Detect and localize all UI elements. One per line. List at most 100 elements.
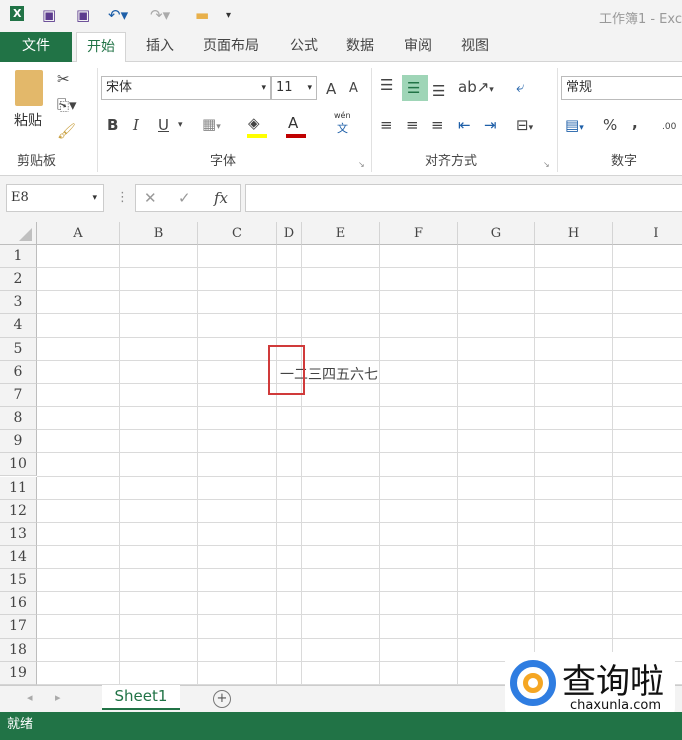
column-header-C[interactable]: C xyxy=(198,222,277,245)
gridline xyxy=(37,267,682,269)
underline-dropdown-icon[interactable]: ▾ xyxy=(178,116,183,134)
phonetic-guide-icon[interactable]: 文 xyxy=(337,120,348,136)
undo-icon[interactable]: ↶▾ xyxy=(108,6,128,24)
orientation-icon[interactable]: ab↗▾ xyxy=(458,78,494,99)
cancel-icon[interactable]: ✕ xyxy=(144,189,157,207)
format-painter-icon[interactable]: 🖌 xyxy=(57,122,76,140)
font-size-value: 11 xyxy=(276,80,293,95)
row-header-14[interactable]: 14 xyxy=(0,545,37,570)
comma-button[interactable]: , xyxy=(632,114,638,132)
column-header-H[interactable]: H xyxy=(535,222,613,245)
font-dialog-launcher-icon[interactable]: ↘ xyxy=(358,160,365,169)
column-header-D[interactable]: D xyxy=(277,222,302,245)
excel-logo-icon: X xyxy=(10,6,25,21)
row-header-9[interactable]: 9 xyxy=(0,430,37,454)
column-header-F[interactable]: F xyxy=(380,222,458,245)
shrink-font-button[interactable]: A xyxy=(349,80,358,98)
select-all-button[interactable] xyxy=(0,222,37,245)
customize-icon[interactable]: ▾ xyxy=(226,10,231,21)
cut-icon[interactable]: ✂ xyxy=(57,70,70,88)
tab-data[interactable]: 数据 xyxy=(336,32,384,62)
enter-icon[interactable]: ✓ xyxy=(178,189,191,207)
column-header-B[interactable]: B xyxy=(120,222,198,245)
align-right-icon[interactable]: ≡ xyxy=(431,116,444,134)
gridline xyxy=(37,591,682,593)
tab-view[interactable]: 视图 xyxy=(451,32,499,62)
accounting-format-icon[interactable]: ▤▾ xyxy=(565,116,584,137)
scroll-left-icon[interactable]: ◂ xyxy=(27,691,33,704)
paste-icon[interactable] xyxy=(15,70,43,106)
tab-formulas[interactable]: 公式 xyxy=(280,32,328,62)
insert-function-icon[interactable]: fx xyxy=(214,189,228,207)
row-header-2[interactable]: 2 xyxy=(0,268,37,292)
row-header-3[interactable]: 3 xyxy=(0,291,37,315)
border-icon[interactable]: ▦▾ xyxy=(202,115,221,136)
font-name-select[interactable]: 宋体 ▾ xyxy=(101,76,271,100)
row-header-10[interactable]: 10 xyxy=(0,453,37,477)
formula-input[interactable] xyxy=(245,184,682,212)
row-header-6[interactable]: 6 xyxy=(0,360,37,384)
percent-button[interactable]: % xyxy=(603,116,617,134)
add-sheet-button[interactable]: + xyxy=(213,690,231,708)
increase-decimal-button[interactable]: .00 xyxy=(662,118,676,136)
gridline xyxy=(37,313,682,315)
paste-button[interactable]: 粘贴 xyxy=(14,110,42,130)
status-text: 就绪 xyxy=(7,717,34,732)
row-header-16[interactable]: 16 xyxy=(0,592,37,616)
align-bottom-icon[interactable]: ☰ xyxy=(432,82,445,100)
watermark: 查询啦 chaxunla.com xyxy=(505,652,675,718)
wrap-text-icon[interactable]: ⤶ xyxy=(516,78,524,96)
align-center-icon[interactable]: ≡ xyxy=(406,116,419,134)
font-size-select[interactable]: 11 ▾ xyxy=(271,76,317,100)
save-icon[interactable]: ▣ xyxy=(42,6,56,24)
open-folder-icon[interactable]: ▬ xyxy=(195,6,209,24)
bold-button[interactable]: B xyxy=(107,116,118,134)
column-header-A[interactable]: A xyxy=(37,222,120,245)
align-top-icon[interactable]: ☰ xyxy=(380,76,393,94)
align-left-icon[interactable]: ≡ xyxy=(380,116,393,134)
row-header-12[interactable]: 12 xyxy=(0,499,37,523)
decrease-indent-icon[interactable]: ⇤ xyxy=(458,116,471,134)
row-header-8[interactable]: 8 xyxy=(0,407,37,431)
tab-insert[interactable]: 插入 xyxy=(136,32,184,62)
tab-home[interactable]: 开始 xyxy=(76,32,126,63)
redo-icon[interactable]: ↷▾ xyxy=(150,6,170,24)
row-header-11[interactable]: 11 xyxy=(0,476,37,500)
alignment-dialog-launcher-icon[interactable]: ↘ xyxy=(543,160,550,169)
column-header-E[interactable]: E xyxy=(302,222,380,245)
column-header-I[interactable]: I xyxy=(613,222,682,245)
row-header-5[interactable]: 5 xyxy=(0,337,37,361)
italic-button[interactable]: I xyxy=(133,116,139,134)
scroll-right-icon[interactable]: ▸ xyxy=(55,691,61,704)
underline-button[interactable]: U xyxy=(158,116,169,134)
gridline xyxy=(197,245,198,685)
name-box[interactable]: E8 ▾ xyxy=(6,184,104,212)
column-header-G[interactable]: G xyxy=(458,222,535,245)
grow-font-button[interactable]: A xyxy=(326,80,336,98)
row-header-7[interactable]: 7 xyxy=(0,383,37,408)
tab-page-layout[interactable]: 页面布局 xyxy=(193,32,269,62)
save-as-icon[interactable]: ▣ xyxy=(76,6,90,24)
increase-indent-icon[interactable]: ⇥ xyxy=(484,116,497,134)
row-header-17[interactable]: 17 xyxy=(0,615,37,639)
merge-center-icon[interactable]: ⊟▾ xyxy=(516,116,533,137)
tab-review[interactable]: 审阅 xyxy=(394,32,442,62)
row-header-15[interactable]: 15 xyxy=(0,569,37,593)
row-header-19[interactable]: 19 xyxy=(0,661,37,685)
gridline xyxy=(37,359,682,361)
number-format-select[interactable]: 常规 xyxy=(561,76,682,100)
align-middle-button[interactable]: ☰ xyxy=(402,75,428,101)
sheet-tab-sheet1[interactable]: Sheet1 xyxy=(102,685,180,710)
row-header-1[interactable]: 1 xyxy=(0,245,37,269)
tab-file[interactable]: 文件 xyxy=(0,32,72,62)
row-header-18[interactable]: 18 xyxy=(0,638,37,662)
row-header-4[interactable]: 4 xyxy=(0,314,37,338)
fill-color-icon[interactable]: ◈ xyxy=(248,114,260,132)
formula-bar: E8 ▾ ⋮ ✕ ✓ fx xyxy=(0,176,682,222)
row-header-13[interactable]: 13 xyxy=(0,522,37,546)
copy-icon[interactable]: ⎘▾ xyxy=(57,96,77,114)
group-alignment: 对齐方式 xyxy=(425,154,478,169)
gridline xyxy=(119,245,120,685)
status-bar: 就绪 xyxy=(0,712,682,740)
font-color-button[interactable]: A xyxy=(288,114,298,132)
